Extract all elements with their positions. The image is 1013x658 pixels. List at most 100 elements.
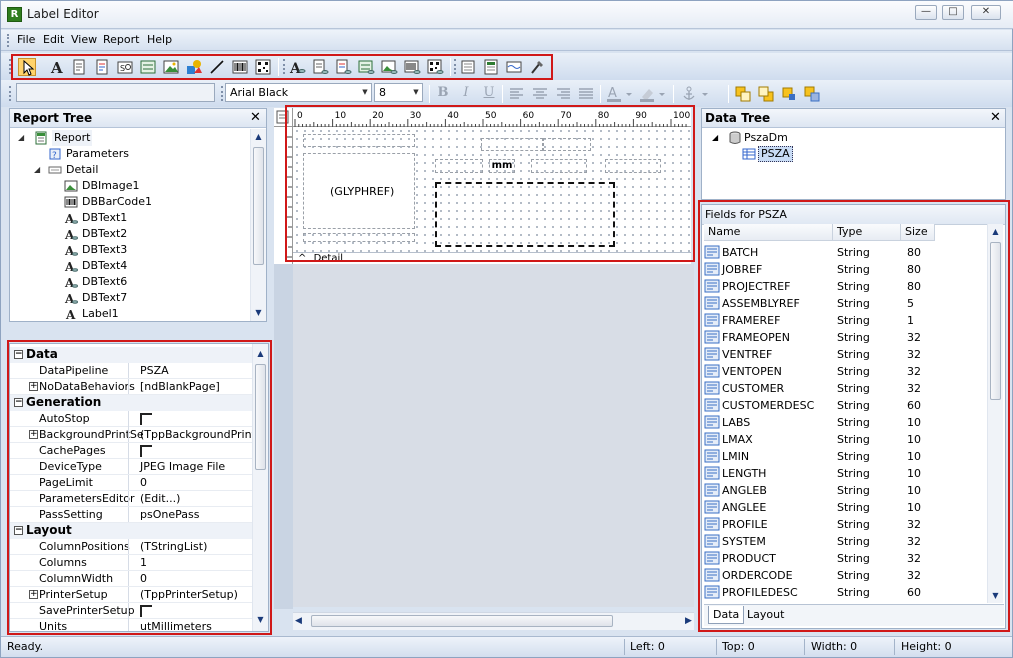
field-row[interactable]: ASSEMBLYREF String 5 [704, 295, 987, 312]
field-row[interactable]: FRAMEOPEN String 32 [704, 329, 987, 346]
dbimage-component[interactable]: (GLYPHREF) [303, 153, 415, 229]
property-value[interactable]: (Edit...) [128, 491, 258, 506]
richtext-tool-button[interactable] [93, 58, 111, 76]
inspector-property-row[interactable]: DeviceType JPEG Image File [10, 459, 258, 475]
menu-report[interactable]: Report [103, 33, 139, 46]
expand-icon[interactable]: ◢ [34, 162, 40, 178]
font-color-button[interactable]: A [606, 85, 634, 103]
field-row[interactable]: BATCH String 80 [704, 244, 987, 261]
dbtext-component[interactable] [605, 159, 661, 173]
scroll-thumb[interactable] [311, 615, 613, 627]
property-value[interactable]: JPEG Image File [128, 459, 258, 474]
dbcalc-tool-button[interactable] [357, 58, 375, 76]
label-tool-button[interactable]: A [48, 58, 66, 76]
field-row[interactable]: LMIN String 10 [704, 448, 987, 465]
db2d-barcode-tool-button[interactable] [426, 58, 444, 76]
inspector-property-row[interactable]: Units utMillimeters [10, 619, 258, 631]
subreport-tool-button[interactable] [482, 58, 500, 76]
inspector-category[interactable]: − Generation [10, 395, 258, 411]
scroll-thumb[interactable] [253, 147, 264, 265]
font-name-select[interactable]: Arial Black ▼ [225, 83, 372, 102]
expand-icon[interactable]: + [29, 590, 38, 599]
inspector-property-row[interactable]: ParametersEditor (Edit...) [10, 491, 258, 507]
property-value[interactable]: [ndBlankPage] [128, 379, 258, 394]
field-row[interactable]: ANGLEE String 10 [704, 499, 987, 516]
property-value[interactable]: 1 [128, 555, 258, 570]
font-size-select[interactable]: 8 ▼ [374, 83, 423, 102]
field-row[interactable]: PROJECTREF String 80 [704, 278, 987, 295]
dbrichtext-tool-button[interactable] [334, 58, 352, 76]
toolbar-grip-icon[interactable] [9, 59, 12, 74]
dbtext-component[interactable] [303, 134, 415, 147]
edit-text-field[interactable] [16, 83, 215, 102]
anchor-button[interactable] [680, 85, 698, 103]
field-row[interactable]: LABS String 10 [704, 414, 987, 431]
property-value[interactable]: PSZA [128, 363, 258, 378]
dbimage-tool-button[interactable] [380, 58, 398, 76]
dbbarcode-component[interactable] [435, 182, 615, 247]
collapse-icon[interactable]: − [14, 398, 23, 407]
inspector-property-row[interactable]: PassSetting psOnePass [10, 507, 258, 523]
align-objects-button[interactable] [780, 85, 798, 103]
scroll-thumb[interactable] [255, 364, 266, 470]
label-component[interactable]: mm [489, 159, 515, 173]
checkbox-icon[interactable] [140, 413, 152, 425]
field-row[interactable]: PROFILEDESC String 60 [704, 584, 987, 601]
bold-button[interactable]: B [434, 85, 452, 103]
close-icon[interactable]: ✕ [990, 109, 1001, 127]
toolbar-grip-icon[interactable] [9, 86, 12, 101]
property-value[interactable]: 0 [128, 475, 258, 490]
column-header-type[interactable]: Type [833, 224, 901, 241]
detail-band[interactable]: (GLYPHREF) mm [293, 127, 691, 252]
align-center-button[interactable] [531, 85, 549, 103]
inspector-property-row[interactable]: ColumnWidth 0 [10, 571, 258, 587]
align-right-button[interactable] [554, 85, 572, 103]
detail-band-bar[interactable]: ^ Detail [293, 252, 691, 264]
size-objects-button[interactable] [803, 85, 821, 103]
column-header-name[interactable]: Name [704, 224, 833, 241]
toolbar-grip-icon[interactable] [283, 59, 286, 74]
scroll-left-icon[interactable]: ◀ [295, 616, 302, 626]
variable-tool-button[interactable] [139, 58, 157, 76]
close-icon[interactable]: ✕ [250, 109, 261, 127]
dbtext-component[interactable] [481, 138, 543, 151]
field-row[interactable]: SYSTEM String 32 [704, 533, 987, 550]
system-variable-tool-button[interactable]: S [116, 58, 134, 76]
expand-icon[interactable]: ◢ [712, 130, 718, 146]
send-back-button[interactable] [757, 85, 775, 103]
inspector-category[interactable]: − Layout [10, 523, 258, 539]
field-row[interactable]: CUSTOMER String 32 [704, 380, 987, 397]
property-value[interactable]: 0 [128, 571, 258, 586]
field-row[interactable]: ANGLEB String 10 [704, 482, 987, 499]
italic-button[interactable]: I [457, 85, 475, 103]
scroll-up-icon[interactable]: ▲ [251, 131, 266, 143]
tab-layout[interactable]: Layout [743, 606, 788, 624]
scroll-up-icon[interactable]: ▲ [253, 348, 268, 360]
scroll-right-icon[interactable]: ▶ [685, 616, 692, 626]
design-workspace[interactable] [293, 264, 694, 607]
justify-button[interactable] [577, 85, 595, 103]
anchor-dropdown-button[interactable] [699, 85, 713, 103]
scroll-down-icon[interactable]: ▼ [988, 590, 1003, 602]
fields-scrollbar[interactable]: ▲ ▼ [987, 224, 1003, 603]
bring-front-button[interactable] [734, 85, 752, 103]
inspector-property-row[interactable]: DataPipeline PSZA [10, 363, 258, 379]
field-row[interactable]: LENGTH String 10 [704, 465, 987, 482]
memo-tool-button[interactable] [70, 58, 88, 76]
menu-edit[interactable]: Edit [43, 33, 64, 46]
scroll-down-icon[interactable]: ▼ [253, 614, 268, 626]
page-break-tool-button[interactable] [505, 58, 523, 76]
crossref-tool-button[interactable] [528, 58, 546, 76]
underline-button[interactable]: U [480, 85, 498, 103]
dbtext-component[interactable] [435, 159, 483, 173]
inspector-property-row[interactable]: CachePages [10, 443, 258, 461]
field-row[interactable]: CUSTOMERDESC String 60 [704, 397, 987, 414]
dbtext-tool-button[interactable]: A [288, 58, 306, 76]
field-row[interactable]: VENTOPEN String 32 [704, 363, 987, 380]
column-header-size[interactable]: Size [901, 224, 935, 241]
image-tool-button[interactable] [162, 58, 180, 76]
inspector-property-row[interactable]: + NoDataBehaviors [ndBlankPage] [10, 379, 258, 395]
checkbox-icon[interactable] [140, 445, 152, 457]
field-row[interactable]: VENTREF String 32 [704, 346, 987, 363]
field-row[interactable]: FRAMEREF String 1 [704, 312, 987, 329]
